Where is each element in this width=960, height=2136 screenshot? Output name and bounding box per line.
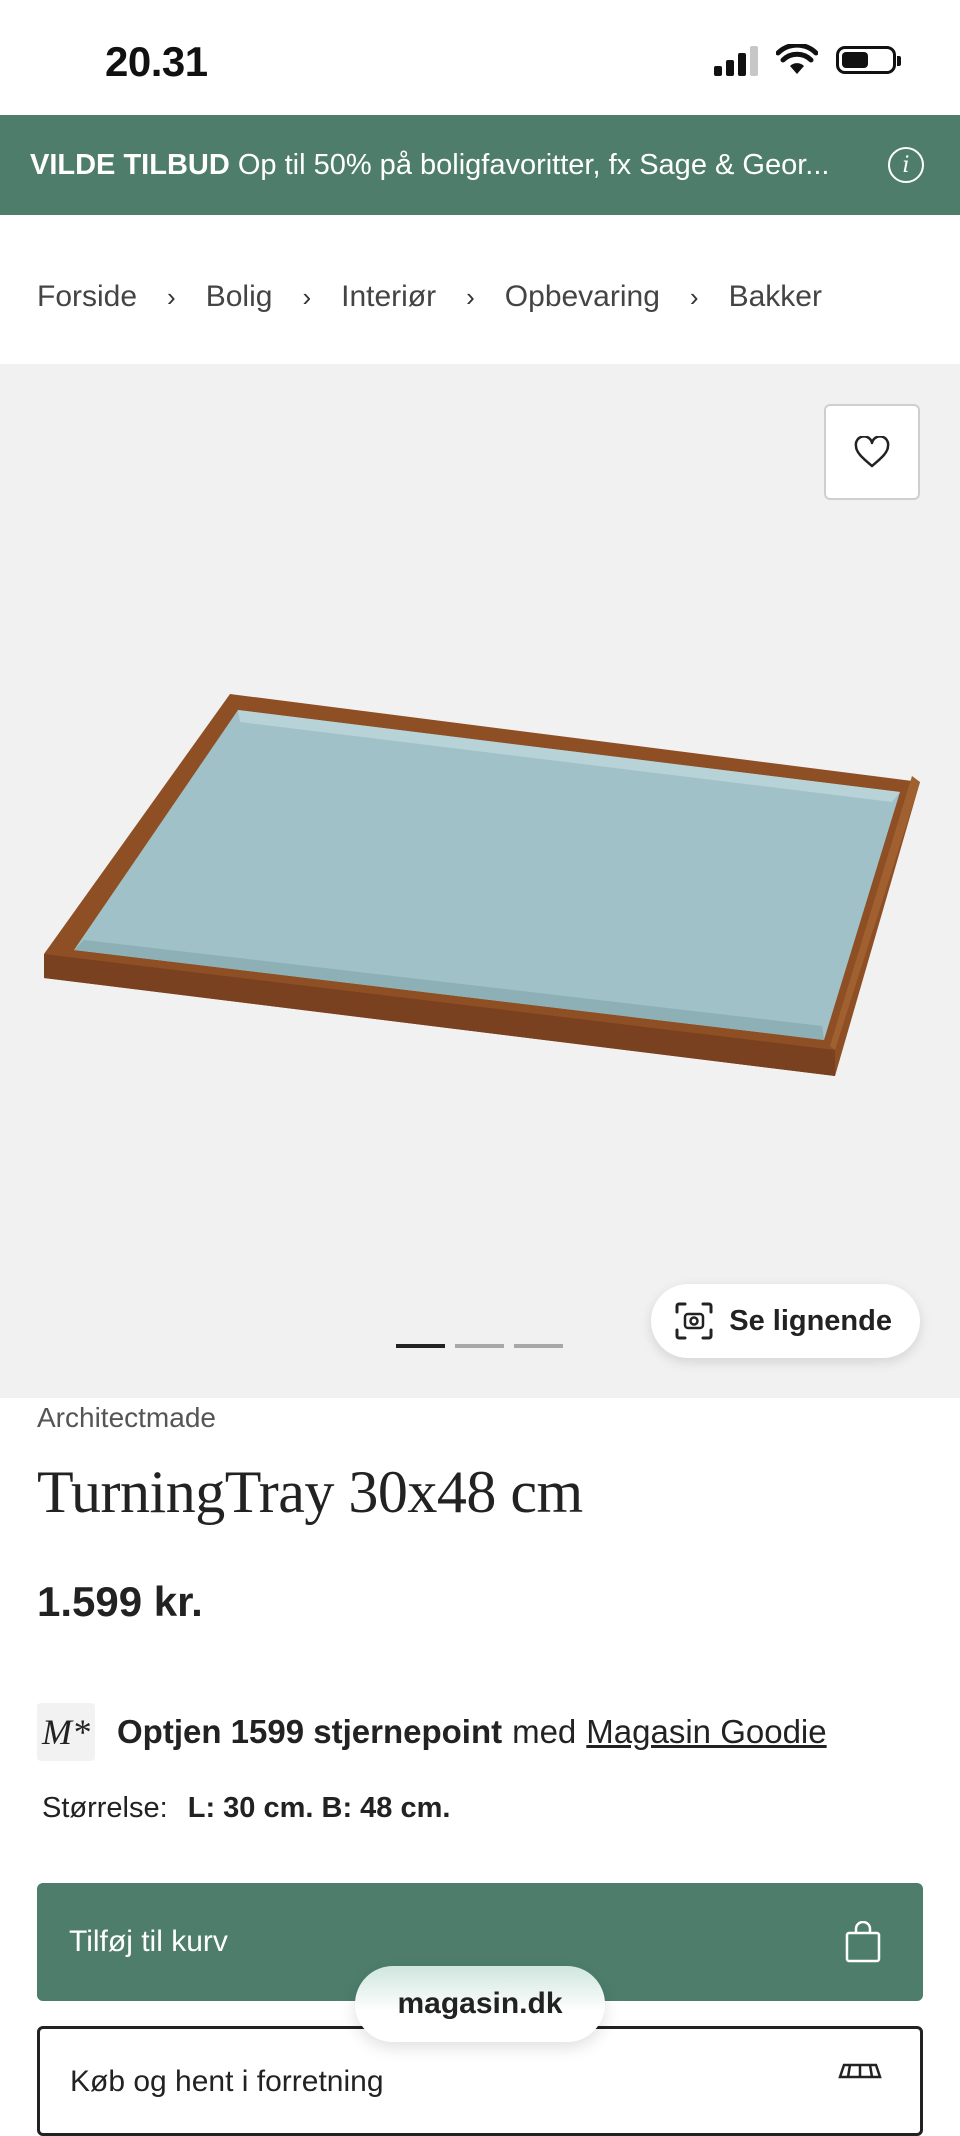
breadcrumb-separator: › xyxy=(302,281,312,312)
size-label: Størrelse: xyxy=(42,1792,168,1824)
favorite-button[interactable] xyxy=(824,404,920,500)
browser-url-pill[interactable]: magasin.dk xyxy=(355,1966,605,2042)
store-pickup-button[interactable]: Køb og hent i forretning xyxy=(37,2026,923,2136)
gallery-dot-1[interactable] xyxy=(396,1344,445,1348)
battery-icon xyxy=(836,46,901,74)
breadcrumb-item-interior[interactable]: Interiør xyxy=(341,280,436,314)
product-brand[interactable]: Architectmade xyxy=(37,1402,216,1434)
see-similar-button[interactable]: Se lignende xyxy=(651,1284,920,1358)
breadcrumb-item-forside[interactable]: Forside xyxy=(37,280,137,314)
store-icon xyxy=(838,2063,882,2079)
breadcrumb-separator: › xyxy=(466,281,475,312)
goodie-mid-text: med xyxy=(512,1713,577,1750)
product-price: 1.599 kr. xyxy=(37,1578,203,1625)
battery-fill xyxy=(842,52,868,68)
breadcrumb-separator: › xyxy=(689,281,699,312)
visual-search-icon xyxy=(675,1302,713,1340)
promo-banner[interactable]: VILDE TILBUD Op til 50% på boligfavoritt… xyxy=(0,115,960,215)
gallery-dot-2[interactable] xyxy=(455,1344,504,1348)
status-icons xyxy=(714,44,901,76)
gallery-dot-3[interactable] xyxy=(514,1344,563,1348)
info-icon[interactable]: i xyxy=(888,147,924,183)
goodie-points-text: Optjen 1599 stjernepoint xyxy=(117,1713,503,1750)
magasin-goodie-logo: M* xyxy=(37,1703,95,1761)
cellular-signal-icon xyxy=(714,44,758,76)
product-title: TurningTray 30x48 cm xyxy=(37,1459,583,1525)
wifi-icon xyxy=(776,44,818,74)
see-similar-label: Se lignende xyxy=(729,1304,892,1337)
magasin-goodie-link[interactable]: Magasin Goodie xyxy=(586,1713,826,1751)
status-bar: 20.31 xyxy=(0,0,960,115)
promo-text: VILDE TILBUD Op til 50% på boligfavoritt… xyxy=(30,149,870,182)
status-time: 20.31 xyxy=(105,38,208,85)
product-image[interactable] xyxy=(40,684,930,1084)
goodie-points: M* Optjen 1599 stjernepoint med Magasin … xyxy=(37,1703,827,1761)
breadcrumb-item-bolig[interactable]: Bolig xyxy=(206,280,273,314)
gallery-pagination xyxy=(396,1344,563,1348)
breadcrumb-item-opbevaring[interactable]: Opbevaring xyxy=(505,280,660,314)
promo-message: Op til 50% på boligfavoritter, fx Sage &… xyxy=(237,148,830,181)
promo-headline: VILDE TILBUD xyxy=(30,148,230,181)
breadcrumb: Forside › Bolig › Interiør › Opbevaring … xyxy=(37,280,822,314)
breadcrumb-separator: › xyxy=(167,281,176,312)
add-to-cart-label: Tilføj til kurv xyxy=(69,1925,228,1958)
breadcrumb-item-bakker[interactable]: Bakker xyxy=(729,280,822,314)
product-gallery[interactable]: Se lignende xyxy=(0,364,960,1398)
browser-url: magasin.dk xyxy=(397,1987,563,2020)
heart-icon xyxy=(854,436,890,468)
store-pickup-label: Køb og hent i forretning xyxy=(70,2065,384,2098)
size-row: Størrelse: L: 30 cm. B: 48 cm. xyxy=(42,1792,450,1825)
shopping-bag-icon xyxy=(845,1921,881,1963)
size-value: L: 30 cm. B: 48 cm. xyxy=(187,1792,451,1824)
